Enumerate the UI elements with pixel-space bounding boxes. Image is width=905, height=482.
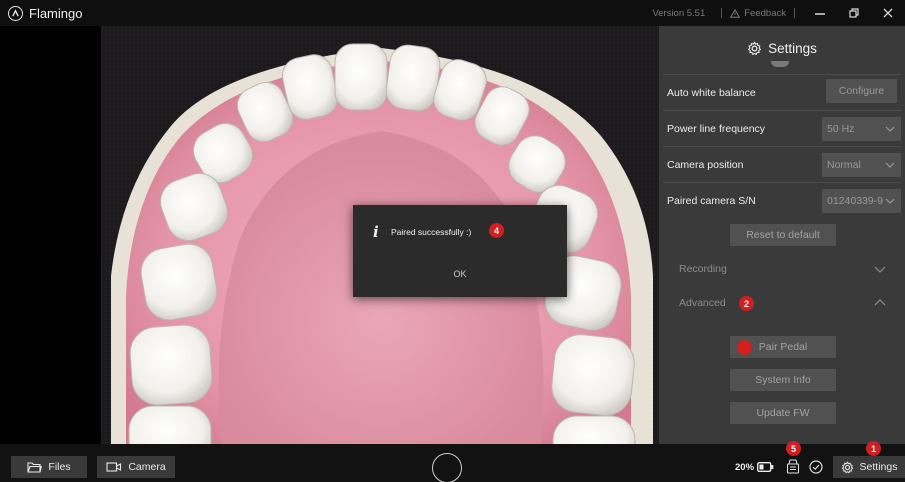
annotation-badge	[737, 340, 752, 355]
camera-button[interactable]: Camera	[97, 456, 175, 478]
setting-row-auto-white-balance: Auto white balance Configure	[663, 74, 901, 110]
select-value: 01240339-9	[827, 195, 884, 207]
close-button[interactable]	[871, 0, 905, 26]
camera-position-select[interactable]: Normal	[822, 153, 901, 177]
files-label: Files	[48, 461, 71, 473]
feedback-label: Feedback	[744, 7, 786, 19]
update-fw-button[interactable]: Update FW	[730, 402, 836, 424]
camera-icon	[106, 462, 122, 472]
gear-icon	[841, 460, 853, 473]
setting-label: Paired camera S/N	[667, 194, 756, 207]
battery-percent: 20%	[735, 462, 755, 473]
setting-row-power-line-frequency: Power line frequency 50 Hz	[663, 110, 901, 146]
restore-button[interactable]	[837, 0, 871, 26]
pedal-icon[interactable]	[786, 459, 800, 474]
folder-icon	[27, 462, 43, 473]
divider	[721, 8, 723, 18]
info-icon: i	[373, 223, 379, 241]
annotation-badge: 1	[866, 441, 881, 456]
feedback-link[interactable]: Feedback	[730, 8, 786, 19]
camera-label: Camera	[128, 461, 166, 473]
setting-row-paired-camera-sn: Paired camera S/N 01240339-9	[663, 182, 901, 218]
annotation-badge: 4	[489, 223, 504, 238]
advanced-label: Advanced	[679, 297, 726, 309]
title-bar: Flamingo Version 5.51 Feedback	[0, 0, 905, 26]
ok-button[interactable]: OK	[440, 265, 480, 283]
settings-title: Settings	[768, 40, 817, 56]
minimize-icon	[815, 13, 825, 15]
record-button[interactable]	[432, 453, 462, 482]
gear-icon	[747, 40, 762, 55]
setting-row-camera-position: Camera position Normal	[663, 146, 901, 182]
reset-to-default-button[interactable]: Reset to default	[730, 224, 836, 246]
bottom-toolbar: Files Camera 20% Settings	[0, 444, 905, 482]
paired-camera-select[interactable]: 01240339-9	[822, 189, 901, 213]
chevron-up-icon	[874, 299, 886, 306]
files-button[interactable]: Files	[11, 456, 87, 478]
annotation-badge: 2	[739, 296, 754, 311]
setting-label: Auto white balance	[667, 86, 756, 99]
power-line-frequency-select[interactable]: 50 Hz	[822, 117, 901, 141]
chevron-down-icon	[885, 162, 895, 168]
close-icon	[883, 8, 893, 18]
select-value: 50 Hz	[827, 123, 855, 135]
configure-button[interactable]: Configure	[826, 79, 897, 103]
pairing-dialog: i Paired successfully :) OK	[353, 205, 567, 297]
check-circle-icon	[809, 460, 823, 474]
chevron-down-icon	[885, 126, 895, 132]
setting-label: Power line frequency	[667, 122, 766, 135]
divider	[794, 8, 795, 18]
system-info-button[interactable]: System Info	[730, 369, 836, 391]
warning-triangle-icon	[730, 8, 741, 18]
settings-button[interactable]: Settings	[833, 456, 905, 478]
app-title: Flamingo	[29, 5, 83, 21]
setting-label: Camera position	[667, 158, 744, 171]
chevron-down-icon	[885, 198, 895, 204]
recording-label: Recording	[679, 263, 727, 275]
dialog-message: Paired successfully :)	[391, 227, 472, 237]
letterbox-left	[0, 26, 101, 444]
minimize-button[interactable]	[803, 0, 837, 26]
battery-icon	[757, 462, 774, 472]
settings-label: Settings	[859, 461, 898, 473]
annotation-badge: 5	[786, 441, 801, 456]
restore-window-icon	[849, 8, 859, 18]
flamingo-logo-icon	[8, 5, 23, 21]
version-label: Version 5.51	[652, 7, 706, 19]
settings-panel: Settings Auto white balance Configure Po…	[659, 26, 905, 444]
chevron-down-icon	[874, 266, 886, 273]
select-value: Normal	[827, 159, 861, 171]
